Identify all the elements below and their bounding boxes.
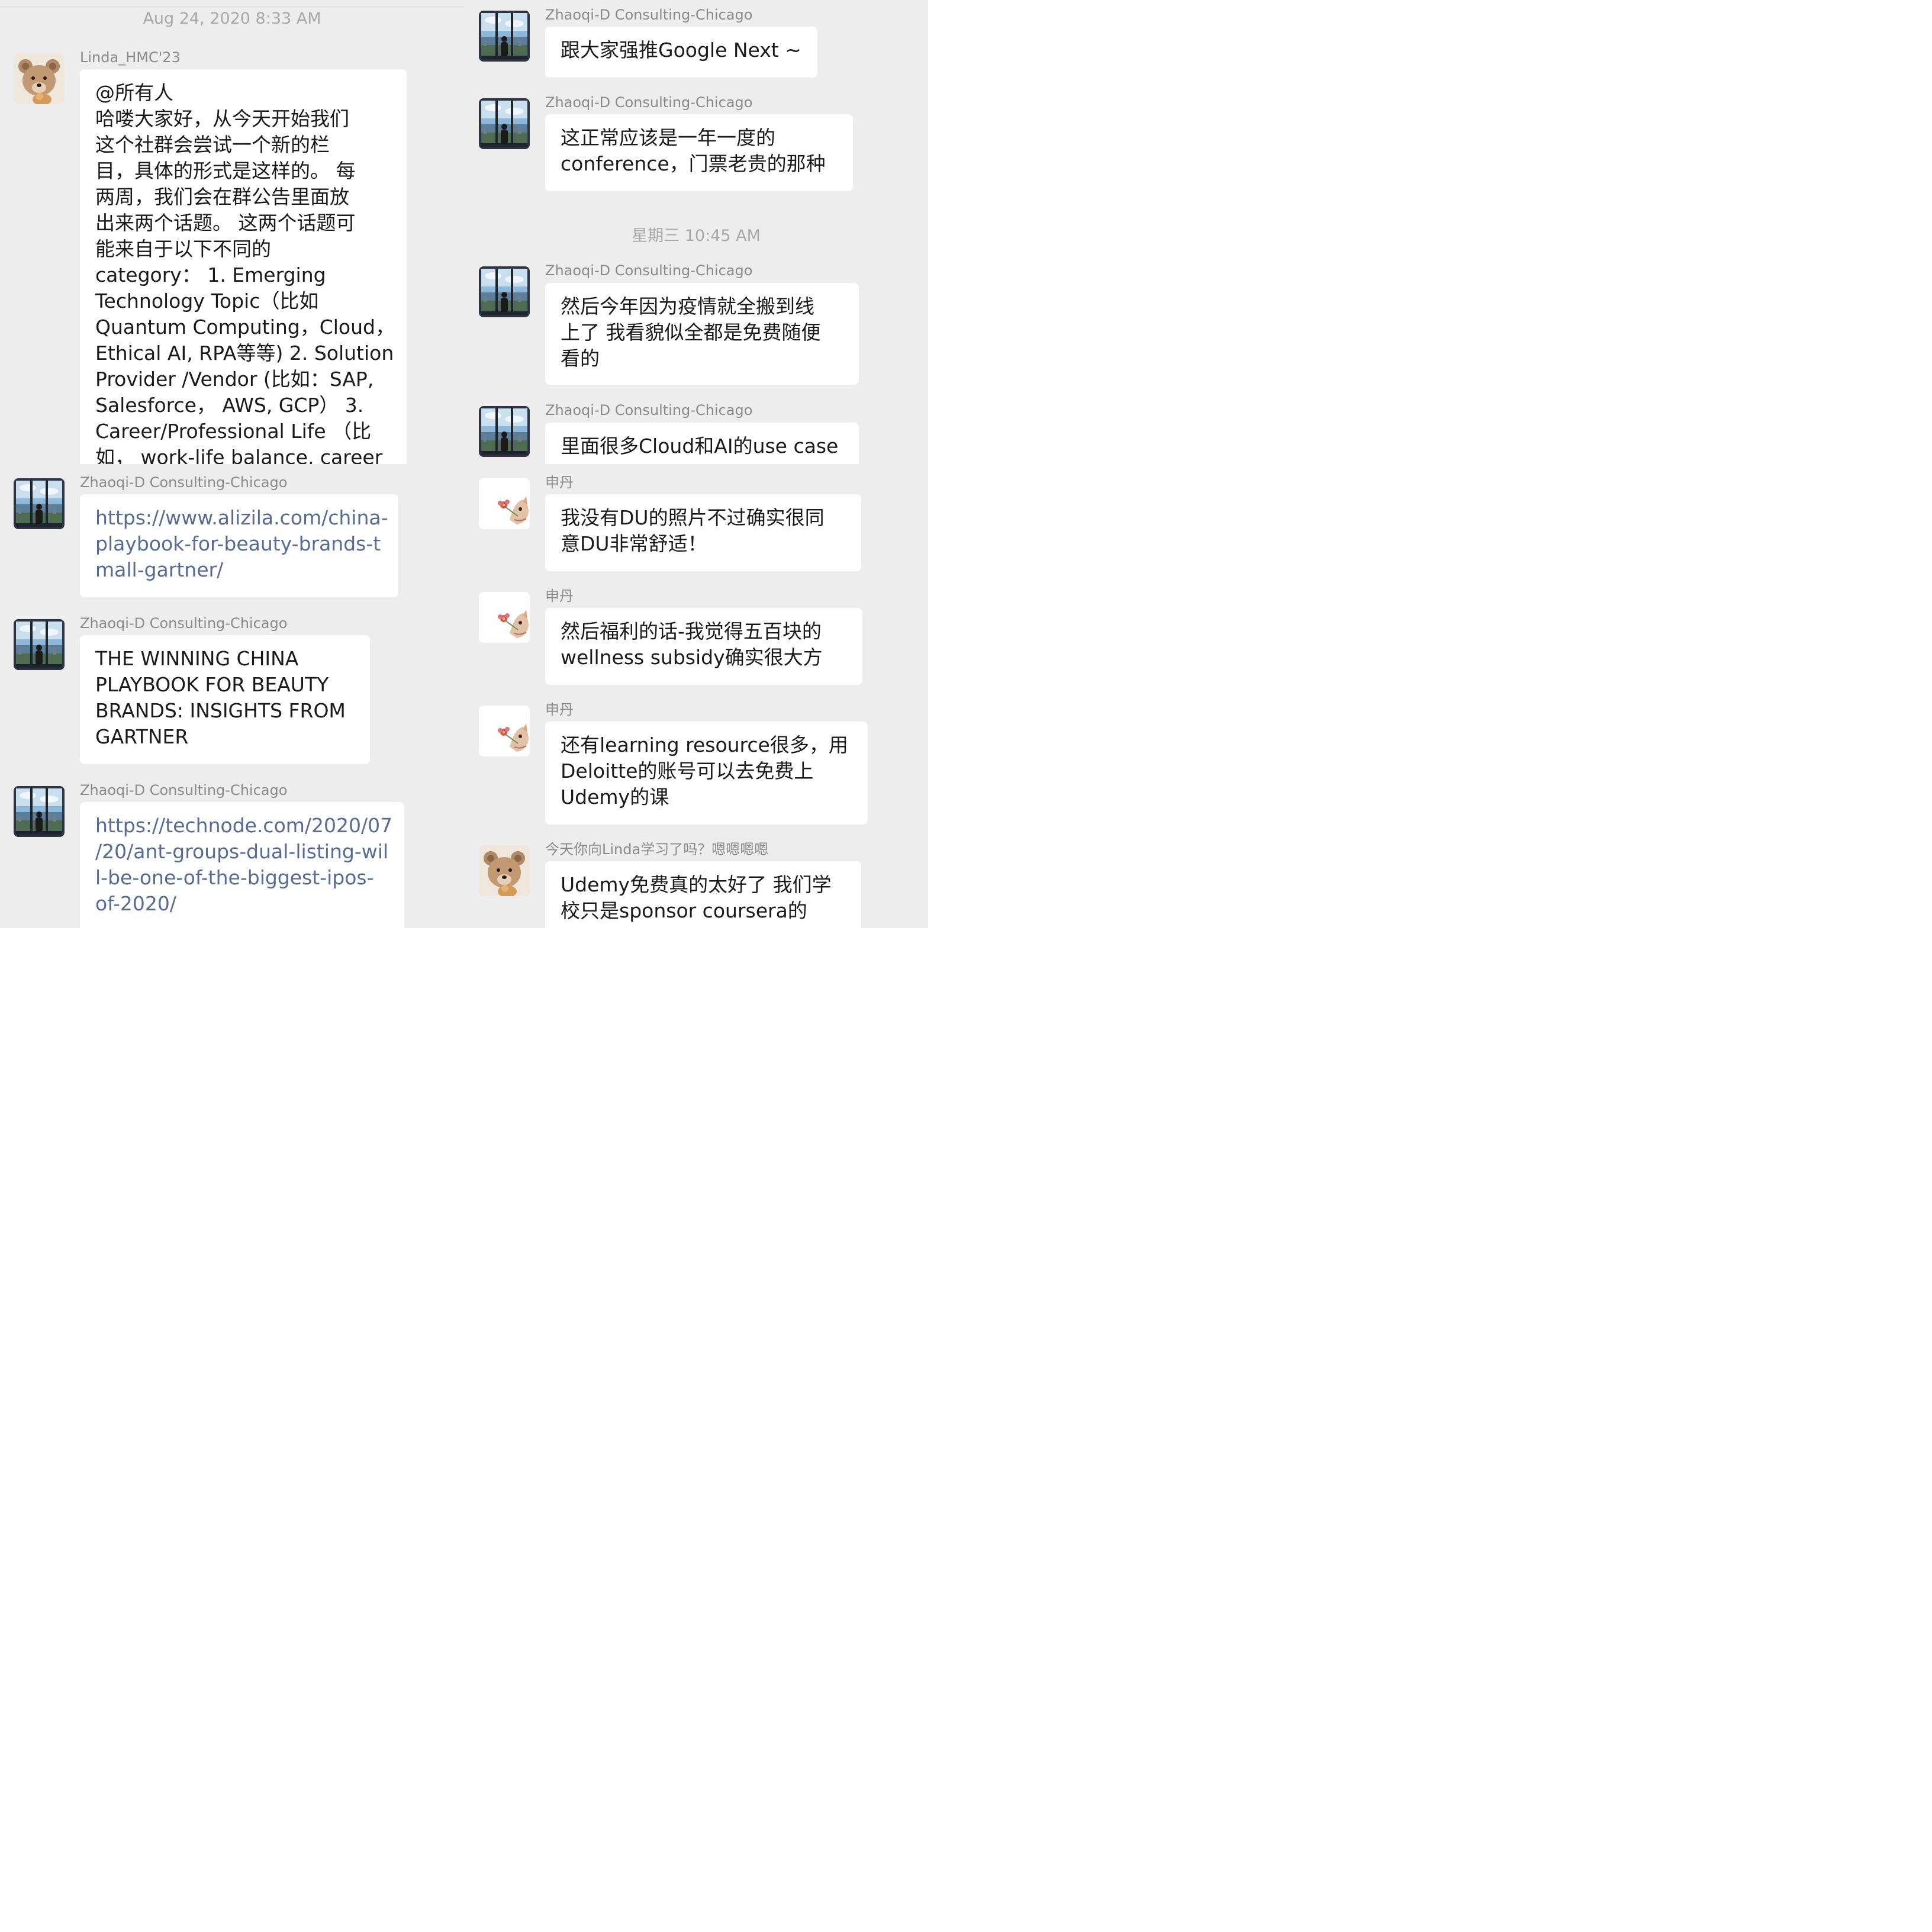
message-line: 然后今年因为疫情就全搬到线 (561, 295, 814, 318)
link-title-line: BRANDS: INSIGHTS FROM (95, 699, 346, 722)
message-line: 目，具体的形式是这样的。 每 (95, 159, 356, 182)
timestamp: Aug 24, 2020 8:33 AM (143, 9, 321, 28)
message-line: Ethical AI, RPA等等) 2. Solution (95, 342, 394, 365)
link-title-line: THE WINNING CHINA (95, 647, 299, 670)
avatar-flower-cat[interactable] (479, 706, 530, 756)
message-line: 这个社群会尝试一个新的栏 (95, 133, 330, 156)
link-text[interactable]: of-2020/ (95, 891, 390, 917)
message-bubble[interactable]: @所有人 哈喽大家好，从今天开始我们 这个社群会尝试一个新的栏 目，具体的形式是… (80, 69, 407, 464)
message-line: 如， work-life balance, career (95, 446, 383, 464)
message-line: Salesforce， AWS, GCP） 3. (95, 394, 364, 417)
avatar-city-window[interactable] (479, 266, 530, 317)
message-bubble[interactable]: 然后福利的话-我觉得五百块的 wellness subsidy确实很大方 (545, 608, 862, 685)
avatar-city-window[interactable] (479, 98, 530, 149)
message-bubble[interactable]: https://technode.com/2020/07 /20/ant-gro… (80, 802, 404, 928)
link-text[interactable]: l-be-one-of-the-biggest-ipos- (95, 865, 390, 891)
chat-panel-top-right: Zhaoqi-D Consulting-Chicago 跟大家强推Google … (464, 0, 928, 464)
message-line: 哈喽大家好，从今天开始我们 (95, 107, 349, 130)
sender-name: Zhaoqi-D Consulting-Chicago (545, 262, 753, 279)
message-line: 上了 我看貌似全都是免费随便 (561, 321, 821, 344)
message-line: 里面很多Cloud和AI的use case (561, 434, 839, 458)
message-line: 能来自于以下不同的 (95, 237, 271, 260)
message-line: 我没有DU的照片不过确实很同 (561, 506, 825, 529)
sender-name: Zhaoqi-D Consulting-Chicago (545, 7, 753, 23)
link-text[interactable]: /20/ant-groups-dual-listing-wil (95, 839, 390, 865)
timestamp: 星期三 10:45 AM (632, 227, 761, 245)
message-bubble[interactable]: 跟大家强推Google Next ~ (545, 27, 817, 78)
message-line: 看的 (561, 347, 600, 370)
link-text[interactable]: playbook-for-beauty-brands-t (95, 531, 384, 557)
chat-panel-top-left: Aug 24, 2020 8:33 AM Linda_HMC'23 @所有人 哈… (0, 0, 464, 464)
link-title-line: GARTNER (95, 725, 189, 748)
message-line: 跟大家强推Google Next ~ (561, 38, 801, 62)
message-line: @所有人 (95, 81, 173, 104)
sender-name: 今天你向Linda学习了吗？嗯嗯嗯嗯 (545, 841, 769, 858)
link-text[interactable]: https://www.alizila.com/china- (95, 505, 388, 531)
sender-name: Zhaoqi-D Consulting-Chicago (545, 402, 753, 418)
message-bubble[interactable]: 里面很多Cloud和AI的use case (545, 423, 859, 464)
message-line: wellness subsidy确实很大方 (561, 646, 823, 669)
link-preview-card[interactable]: THE WINNING CHINA PLAYBOOK FOR BEAUTY BR… (80, 635, 370, 764)
avatar-city-window[interactable] (14, 619, 65, 670)
message-bubble[interactable]: 然后今年因为疫情就全搬到线 上了 我看貌似全都是免费随便 看的 (545, 283, 859, 385)
sender-name: Linda_HMC'23 (80, 49, 181, 66)
message-bubble[interactable]: https://www.alizila.com/china- playbook-… (80, 494, 398, 597)
avatar-teddy-bear[interactable] (14, 53, 65, 104)
message-line: Technology Topic（比如 (95, 289, 319, 313)
sender-name: Zhaoqi-D Consulting-Chicago (80, 474, 288, 491)
avatar-city-window[interactable] (14, 786, 65, 837)
link-title-line: PLAYBOOK FOR BEAUTY (95, 673, 329, 696)
message-line: Career/Professional Life （比 (95, 420, 372, 443)
divider (0, 6, 464, 7)
sender-name: Zhaoqi-D Consulting-Chicago (80, 615, 288, 632)
chat-panel-bottom-right: 申丹 我没有DU的照片不过确实很同 意DU非常舒适！ 申丹 然后福利的话-我觉得… (464, 464, 928, 928)
message-line: Udemy免费真的太好了 我们学 (561, 873, 832, 896)
message-line: Provider /Vendor (比如：SAP, (95, 368, 374, 391)
sender-name: Zhaoqi-D Consulting-Chicago (80, 782, 288, 798)
message-bubble[interactable]: 还有learning resource很多，用 Deloitte的账号可以去免费… (545, 722, 868, 825)
chat-panel-bottom-left: Zhaoqi-D Consulting-Chicago https://www.… (0, 464, 464, 928)
message-bubble[interactable]: 这正常应该是一年一度的 conference，门票老贵的那种 (545, 114, 853, 191)
link-text[interactable]: mall-gartner/ (95, 557, 384, 583)
message-line: conference，门票老贵的那种 (561, 152, 826, 175)
avatar-flower-cat[interactable] (479, 478, 530, 529)
message-bubble[interactable]: Udemy免费真的太好了 我们学 校只是sponsor coursera的 (545, 861, 861, 928)
avatar-city-window[interactable] (14, 478, 65, 529)
avatar-teddy-bear[interactable] (479, 845, 530, 896)
message-line: 然后福利的话-我觉得五百块的 (561, 620, 822, 643)
message-line: 还有learning resource很多，用 (561, 733, 848, 756)
message-line: Quantum Computing，Cloud， (95, 315, 395, 339)
message-line: category： 1. Emerging (95, 263, 326, 286)
message-line: Deloitte的账号可以去免费上 (561, 759, 814, 783)
avatar-city-window[interactable] (479, 11, 530, 62)
avatar-flower-cat[interactable] (479, 592, 530, 643)
link-text[interactable]: https://technode.com/2020/07 (95, 813, 392, 839)
message-line: 出来两个话题。 这两个话题可 (95, 211, 356, 234)
message-line: 两周，我们会在群公告里面放 (95, 185, 349, 208)
sender-name: 申丹 (545, 588, 574, 604)
sender-name: 申丹 (545, 701, 574, 718)
message-bubble[interactable]: 我没有DU的照片不过确实很同 意DU非常舒适！ (545, 494, 861, 571)
message-line: 校只是sponsor coursera的 (561, 899, 807, 922)
message-line: Udemy的课 (561, 785, 669, 809)
avatar-city-window[interactable] (479, 406, 530, 457)
message-line: 这正常应该是一年一度的 (561, 126, 775, 149)
message-line: 意DU非常舒适！ (561, 532, 707, 555)
sender-name: Zhaoqi-D Consulting-Chicago (545, 94, 753, 111)
sender-name: 申丹 (545, 474, 574, 491)
